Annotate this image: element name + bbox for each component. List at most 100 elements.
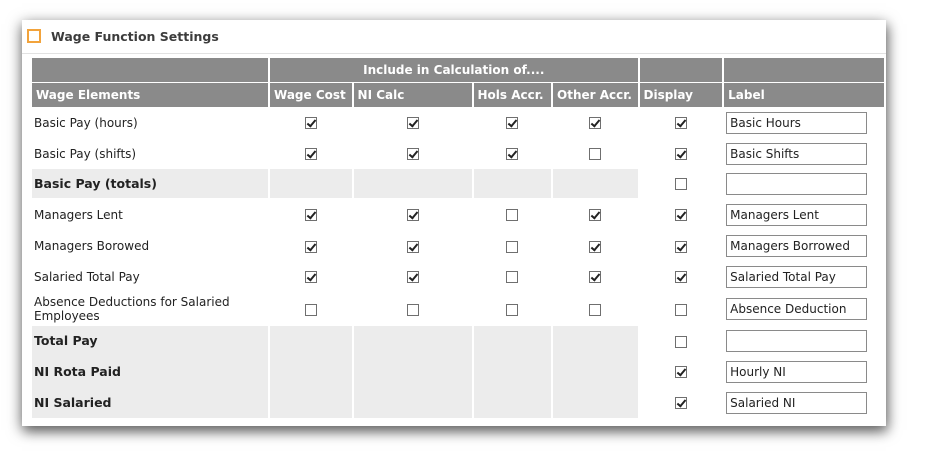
empty-cell bbox=[553, 169, 638, 198]
hols-accr-cell bbox=[474, 261, 552, 292]
wage-cost-checkbox[interactable] bbox=[304, 148, 317, 160]
wage-cost-checkbox[interactable] bbox=[304, 117, 317, 129]
wage-cost-checkbox[interactable] bbox=[304, 271, 317, 283]
col-wage-cost: Wage Cost bbox=[270, 82, 352, 107]
other-accr-checkbox[interactable] bbox=[589, 148, 602, 160]
hols-accr-checkbox[interactable] bbox=[506, 148, 519, 160]
wage-element-name: NI Salaried bbox=[32, 387, 269, 418]
label-cell bbox=[724, 138, 884, 169]
ni-calc-checkbox[interactable] bbox=[406, 209, 419, 221]
empty-cell bbox=[473, 356, 551, 387]
ni-calc-checkbox[interactable] bbox=[406, 240, 419, 253]
label-input[interactable] bbox=[726, 172, 868, 195]
label-input[interactable] bbox=[726, 330, 868, 352]
display-checkbox[interactable] bbox=[674, 148, 687, 160]
ni-calc-checkbox[interactable] bbox=[406, 271, 419, 283]
display-checkbox[interactable] bbox=[674, 209, 687, 221]
display-checkbox[interactable] bbox=[674, 366, 687, 378]
other-accr-checkbox[interactable] bbox=[589, 271, 602, 283]
label-input[interactable] bbox=[726, 298, 868, 320]
other-accr-cell bbox=[553, 198, 638, 231]
hols-accr-checkbox[interactable] bbox=[506, 271, 519, 283]
label-cell bbox=[724, 107, 884, 138]
col-hols-accr: Hols Accr. bbox=[473, 82, 551, 107]
empty-cell bbox=[270, 169, 352, 198]
hols-accr-checkbox[interactable] bbox=[506, 240, 519, 253]
label-cell bbox=[724, 326, 884, 356]
wage-elements-rows: Basic Pay (hours) Basic Pay (shifts) Basic… bbox=[32, 107, 884, 418]
table-row: Basic Pay (hours) bbox=[32, 107, 884, 138]
other-accr-cell bbox=[553, 107, 638, 138]
ni-calc-cell bbox=[354, 231, 472, 261]
table-row: Managers Lent bbox=[32, 198, 884, 231]
header-spacer-left bbox=[32, 58, 269, 82]
table-row: Absence Deductions for Salaried Employee… bbox=[32, 292, 884, 326]
wage-cost-cell bbox=[270, 231, 352, 261]
display-checkbox[interactable] bbox=[674, 178, 687, 190]
hols-accr-cell bbox=[474, 231, 552, 261]
wage-element-name: Managers Borowed bbox=[34, 239, 150, 253]
display-cell bbox=[640, 292, 723, 326]
wage-element-name: Basic Pay (hours) bbox=[34, 115, 138, 130]
ni-calc-checkbox[interactable] bbox=[406, 117, 419, 129]
group-header-row: Include in Calculation of.... bbox=[32, 58, 884, 82]
display-checkbox[interactable] bbox=[674, 240, 687, 253]
header-spacer-label bbox=[724, 58, 884, 82]
label-input[interactable] bbox=[726, 265, 868, 288]
hols-accr-cell bbox=[474, 292, 552, 326]
panel-header: Wage Function Settings bbox=[27, 27, 219, 45]
col-label: Label bbox=[724, 82, 884, 107]
display-cell bbox=[640, 231, 723, 261]
hols-accr-cell bbox=[474, 198, 552, 231]
label-input[interactable] bbox=[726, 203, 868, 226]
empty-cell bbox=[473, 326, 551, 356]
ni-calc-checkbox[interactable] bbox=[406, 148, 419, 160]
other-accr-cell bbox=[553, 292, 638, 326]
other-accr-checkbox[interactable] bbox=[589, 117, 602, 129]
label-cell bbox=[724, 387, 884, 418]
label-input[interactable] bbox=[726, 235, 868, 257]
wage-cost-cell bbox=[270, 138, 352, 169]
empty-cell bbox=[353, 169, 472, 198]
wage-element-name: NI Rota Paid bbox=[32, 356, 269, 387]
hols-accr-cell bbox=[474, 107, 552, 138]
header-divider bbox=[22, 53, 886, 54]
col-wage-elements: Wage Elements bbox=[32, 82, 269, 107]
other-accr-checkbox[interactable] bbox=[589, 303, 602, 316]
empty-cell bbox=[353, 356, 472, 387]
display-checkbox[interactable] bbox=[674, 335, 687, 348]
table-row: Basic Pay (shifts) bbox=[32, 138, 884, 169]
wage-cost-checkbox[interactable] bbox=[304, 240, 317, 253]
display-checkbox[interactable] bbox=[674, 303, 687, 316]
label-input[interactable] bbox=[726, 391, 868, 414]
label-cell bbox=[724, 261, 884, 292]
ni-calc-cell bbox=[354, 107, 472, 138]
label-cell bbox=[724, 198, 884, 231]
other-accr-checkbox[interactable] bbox=[589, 209, 602, 221]
col-display: Display bbox=[639, 82, 723, 107]
wage-cost-checkbox[interactable] bbox=[304, 209, 317, 221]
other-accr-cell bbox=[553, 231, 638, 261]
hols-accr-checkbox[interactable] bbox=[506, 303, 519, 316]
other-accr-checkbox[interactable] bbox=[589, 240, 602, 253]
wage-cost-checkbox[interactable] bbox=[304, 303, 317, 316]
column-header-row: Wage Elements Wage Cost NI Calc Hols Acc… bbox=[32, 82, 884, 107]
display-cell bbox=[640, 387, 723, 418]
other-accr-cell bbox=[553, 261, 638, 292]
display-checkbox[interactable] bbox=[674, 117, 687, 129]
empty-cell bbox=[353, 387, 472, 418]
ni-calc-cell bbox=[354, 138, 472, 169]
display-checkbox[interactable] bbox=[674, 271, 687, 283]
label-input[interactable] bbox=[726, 360, 868, 383]
hols-accr-checkbox[interactable] bbox=[506, 117, 519, 129]
display-checkbox[interactable] bbox=[674, 397, 687, 409]
wage-cost-cell bbox=[270, 292, 352, 326]
empty-cell bbox=[473, 387, 551, 418]
wage-element-name: Managers Lent bbox=[34, 207, 123, 222]
label-input[interactable] bbox=[726, 142, 868, 165]
label-input[interactable] bbox=[726, 111, 868, 134]
ni-calc-checkbox[interactable] bbox=[406, 303, 419, 316]
wage-cost-cell bbox=[270, 198, 352, 231]
hols-accr-checkbox[interactable] bbox=[506, 209, 519, 221]
display-cell bbox=[640, 138, 723, 169]
